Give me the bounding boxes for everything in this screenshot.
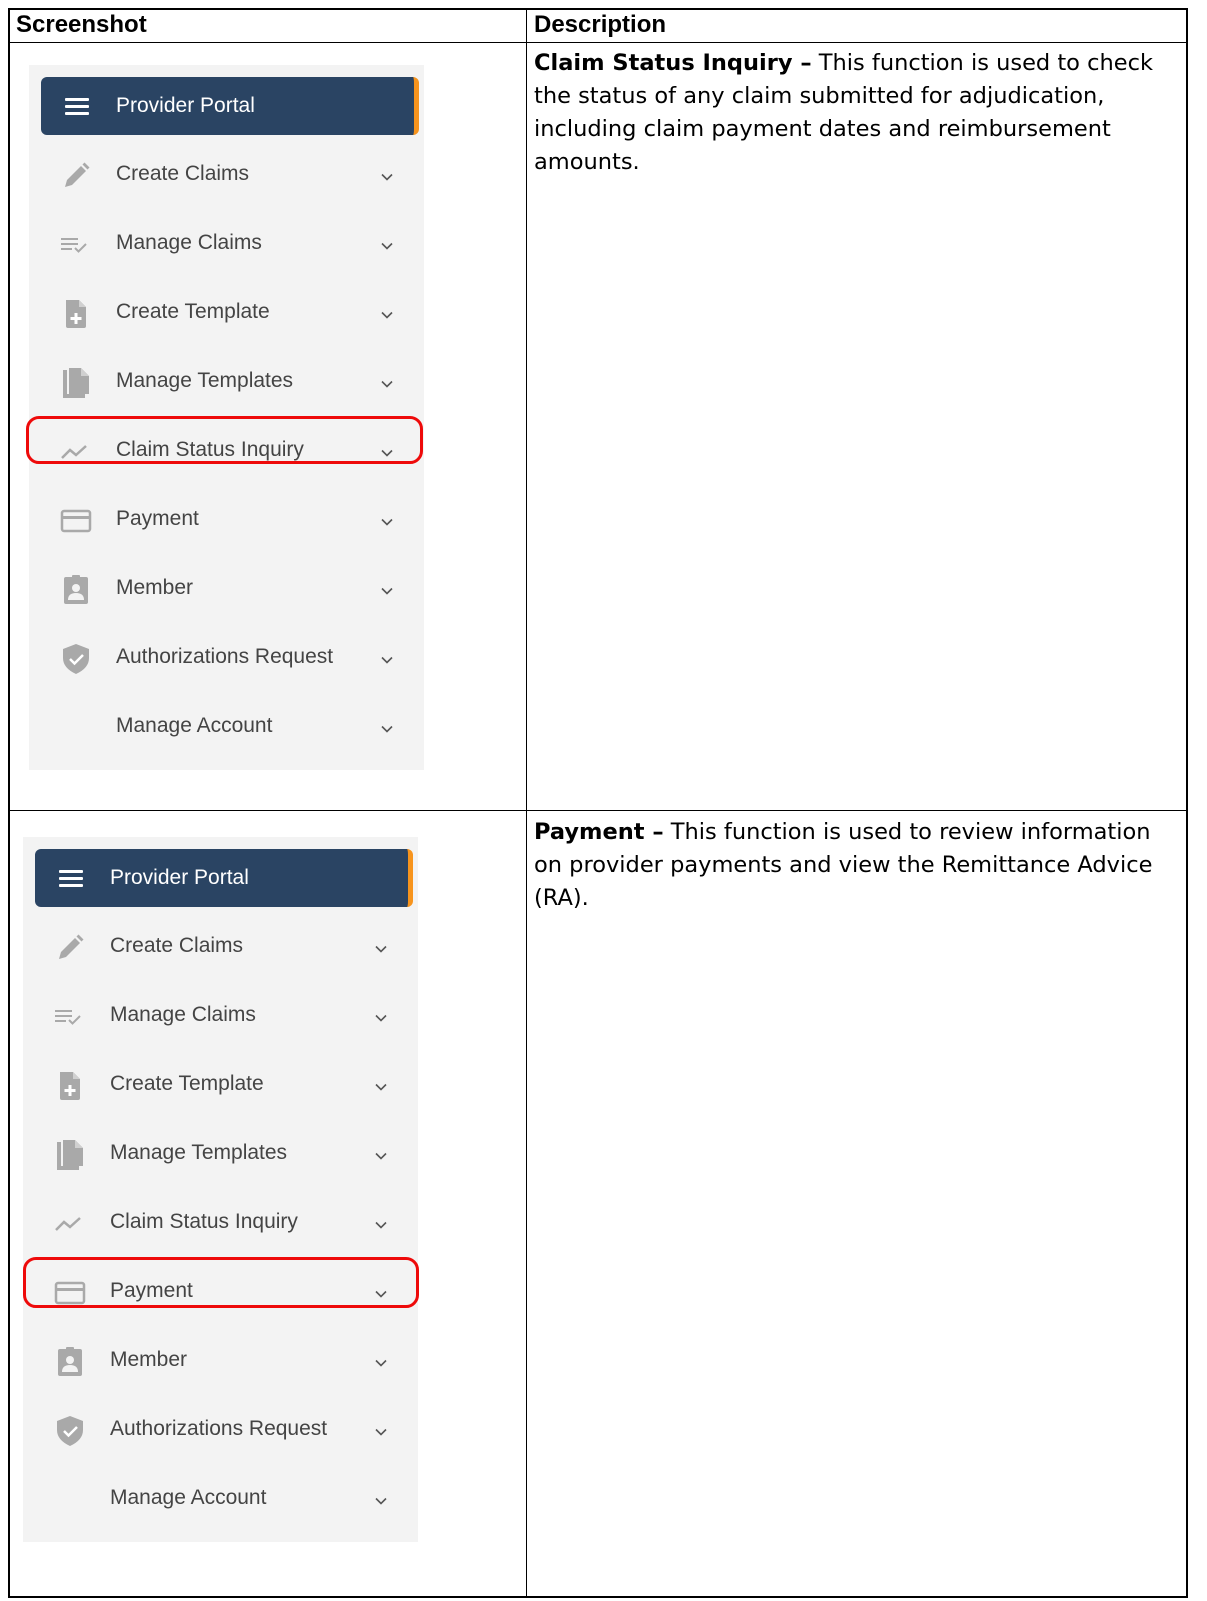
sidebar-item-label: Authorizations Request: [110, 1417, 328, 1440]
checklist-icon: [53, 1000, 87, 1034]
chevron-down-icon[interactable]: [380, 445, 394, 457]
sidebar-item-label: Member: [116, 576, 194, 599]
sidebar-item-label: Payment: [116, 507, 199, 530]
files-icon: [53, 1138, 87, 1172]
chevron-down-icon[interactable]: [380, 652, 394, 664]
portal-title: Provider Portal: [116, 94, 255, 117]
sidebar-item-authorizations-request[interactable]: Authorizations Request: [29, 624, 424, 693]
sidebar-item-manage-claims[interactable]: Manage Claims: [23, 982, 418, 1051]
credit-card-icon: [53, 1276, 87, 1310]
sidebar-item-create-claims[interactable]: Create Claims: [29, 141, 424, 210]
chevron-down-icon[interactable]: [374, 1148, 388, 1160]
chevron-down-icon[interactable]: [374, 1286, 388, 1298]
sidebar-item-label: Create Claims: [110, 934, 244, 957]
description-title: Payment –: [534, 819, 664, 845]
sidebar-item-label: Claim Status Inquiry: [116, 438, 304, 461]
pencil-icon: [59, 159, 93, 193]
table-border-left: [8, 8, 10, 1598]
portal-title: Provider Portal: [110, 866, 249, 889]
table-border-top: [8, 8, 1188, 10]
chevron-down-icon[interactable]: [374, 1493, 388, 1505]
sidebar-item-member[interactable]: Member: [23, 1327, 418, 1396]
sidebar-item-claim-status-inquiry[interactable]: Claim Status Inquiry: [29, 417, 424, 486]
sidebar-item-payment[interactable]: Payment: [29, 486, 424, 555]
sidebar-item-label: Manage Account: [110, 1486, 267, 1509]
member-badge-icon: [59, 573, 93, 607]
sidebar-item-label: Manage Templates: [116, 369, 294, 392]
sidebar-item-create-claims[interactable]: Create Claims: [23, 913, 418, 982]
files-icon: [59, 366, 93, 400]
chevron-down-icon[interactable]: [374, 941, 388, 953]
provider-portal-sidebar: Provider Portal Create Claims Manage Clai…: [29, 65, 424, 770]
sidebar-item-label: Manage Account: [116, 714, 273, 737]
table-column-divider: [526, 8, 527, 1598]
description-payment: Payment – This function is used to revie…: [534, 816, 1174, 915]
header-screenshot: Screenshot: [16, 11, 147, 38]
table-border-bottom: [8, 1596, 1188, 1598]
chevron-down-icon[interactable]: [374, 1217, 388, 1229]
sidebar-item-create-template[interactable]: Create Template: [29, 279, 424, 348]
chevron-down-icon[interactable]: [374, 1355, 388, 1367]
sidebar-item-label: Claim Status Inquiry: [110, 1210, 298, 1233]
description-title: Claim Status Inquiry –: [534, 50, 812, 76]
shield-check-icon: [59, 642, 93, 676]
sidebar-item-claim-status-inquiry[interactable]: Claim Status Inquiry: [23, 1189, 418, 1258]
chevron-down-icon[interactable]: [380, 376, 394, 388]
chevron-down-icon[interactable]: [374, 1079, 388, 1091]
sidebar-item-label: Create Template: [110, 1072, 264, 1095]
header-description: Description: [534, 11, 667, 38]
chevron-down-icon[interactable]: [380, 307, 394, 319]
chevron-down-icon[interactable]: [380, 238, 394, 250]
table-border-right: [1186, 8, 1188, 1598]
trend-line-icon: [59, 435, 93, 469]
provider-portal-sidebar: Provider Portal Create Claims Manage Clai…: [23, 837, 418, 1542]
table-header-divider: [8, 42, 1188, 43]
sidebar-item-label: Create Claims: [116, 162, 250, 185]
checklist-icon: [59, 228, 93, 262]
sidebar-item-create-template[interactable]: Create Template: [23, 1051, 418, 1120]
chevron-down-icon[interactable]: [380, 721, 394, 733]
portal-header[interactable]: Provider Portal: [35, 849, 413, 907]
description-claim-status-inquiry: Claim Status Inquiry – This function is …: [534, 47, 1174, 179]
shield-check-icon: [53, 1414, 87, 1448]
sidebar-item-member[interactable]: Member: [29, 555, 424, 624]
sidebar-item-label: Payment: [110, 1279, 193, 1302]
chevron-down-icon[interactable]: [374, 1424, 388, 1436]
sidebar-item-label: Manage Templates: [110, 1141, 288, 1164]
chevron-down-icon[interactable]: [380, 583, 394, 595]
sidebar-item-label: Manage Claims: [110, 1003, 256, 1026]
hamburger-menu-icon[interactable]: [65, 98, 89, 115]
chevron-down-icon[interactable]: [380, 514, 394, 526]
sidebar-item-authorizations-request[interactable]: Authorizations Request: [23, 1396, 418, 1465]
sidebar-item-manage-templates[interactable]: Manage Templates: [29, 348, 424, 417]
credit-card-icon: [59, 504, 93, 538]
sidebar-item-label: Manage Claims: [116, 231, 262, 254]
file-add-icon: [53, 1069, 87, 1103]
chevron-down-icon[interactable]: [374, 1010, 388, 1022]
sidebar-item-label: Member: [110, 1348, 188, 1371]
sidebar-item-manage-account[interactable]: Manage Account: [29, 693, 424, 762]
chevron-down-icon[interactable]: [380, 169, 394, 181]
trend-line-icon: [53, 1207, 87, 1241]
sidebar-item-manage-templates[interactable]: Manage Templates: [23, 1120, 418, 1189]
portal-header[interactable]: Provider Portal: [41, 77, 419, 135]
sidebar-item-manage-claims[interactable]: Manage Claims: [29, 210, 424, 279]
member-badge-icon: [53, 1345, 87, 1379]
sidebar-item-manage-account[interactable]: Manage Account: [23, 1465, 418, 1534]
sidebar-item-payment[interactable]: Payment: [23, 1258, 418, 1327]
pencil-icon: [53, 931, 87, 965]
file-add-icon: [59, 297, 93, 331]
sidebar-item-label: Authorizations Request: [116, 645, 334, 668]
sidebar-item-label: Create Template: [116, 300, 270, 323]
table-row-divider: [8, 810, 1188, 811]
hamburger-menu-icon[interactable]: [59, 870, 83, 887]
